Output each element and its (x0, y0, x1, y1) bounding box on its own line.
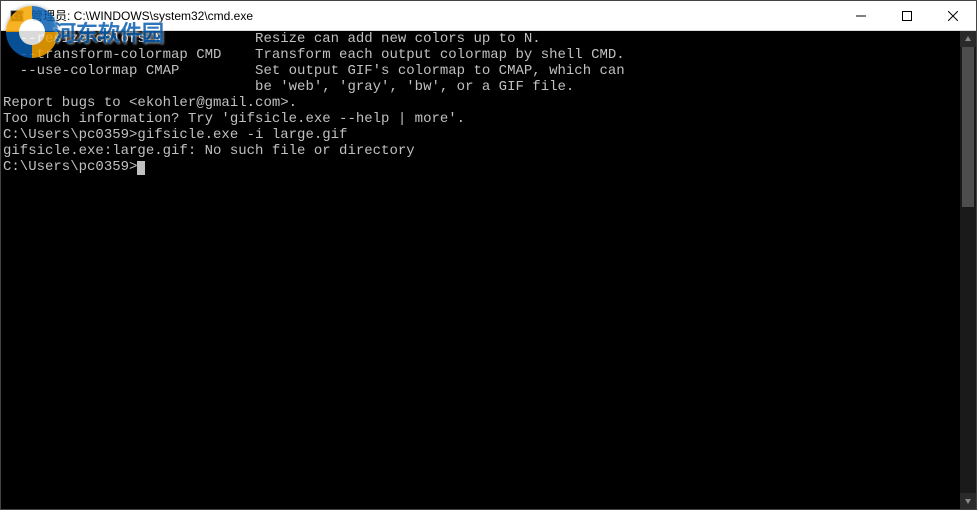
terminal-output[interactable]: --resize-colors N Resize can add new col… (1, 31, 976, 509)
titlebar[interactable]: C:\ 管理员: C:\WINDOWS\system32\cmd.exe (1, 1, 976, 31)
terminal-line: Too much information? Try 'gifsicle.exe … (3, 111, 974, 127)
vertical-scrollbar[interactable] (960, 31, 976, 509)
scroll-track[interactable] (960, 47, 976, 493)
terminal-line: --resize-colors N Resize can add new col… (3, 31, 974, 47)
terminal-line: gifsicle.exe:large.gif: No such file or … (3, 143, 974, 159)
scroll-up-arrow[interactable] (960, 31, 976, 47)
cmd-window: C:\ 管理员: C:\WINDOWS\system32\cmd.exe --r… (0, 0, 977, 510)
window-controls (838, 1, 976, 30)
maximize-button[interactable] (884, 1, 930, 30)
terminal-line: --transform-colormap CMD Transform each … (3, 47, 974, 63)
terminal-line: Report bugs to <ekohler@gmail.com>. (3, 95, 974, 111)
scroll-down-arrow[interactable] (960, 493, 976, 509)
scroll-thumb[interactable] (962, 47, 974, 207)
text-cursor (137, 161, 145, 175)
terminal-line: C:\Users\pc0359>gifsicle.exe -i large.gi… (3, 127, 974, 143)
minimize-button[interactable] (838, 1, 884, 30)
window-title: 管理员: C:\WINDOWS\system32\cmd.exe (31, 7, 838, 24)
terminal-line: be 'web', 'gray', 'bw', or a GIF file. (3, 79, 974, 95)
svg-text:C:\: C:\ (13, 12, 24, 20)
terminal-line: C:\Users\pc0359> (3, 159, 974, 175)
terminal-line: --use-colormap CMAP Set output GIF's col… (3, 63, 974, 79)
close-button[interactable] (930, 1, 976, 30)
cmd-icon: C:\ (9, 8, 25, 24)
